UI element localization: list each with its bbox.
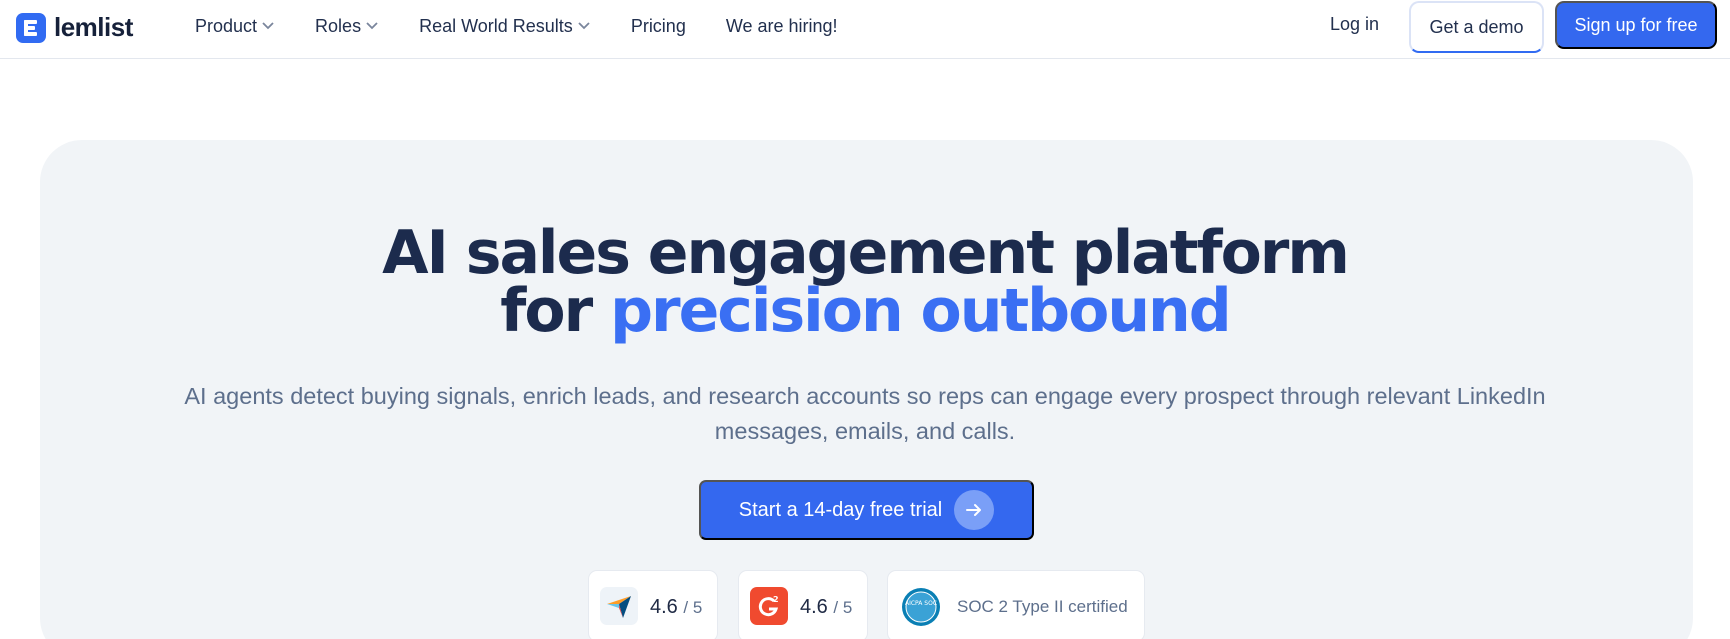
top-navbar: lemlist Product Roles Real World Results…: [0, 0, 1730, 59]
signup-button[interactable]: Sign up for free: [1555, 1, 1717, 49]
get-demo-button[interactable]: Get a demo: [1409, 1, 1544, 53]
capterra-icon: [600, 587, 638, 625]
nav-hiring[interactable]: We are hiring!: [726, 16, 838, 37]
main-menu: Product Roles Real World Results Pricing…: [195, 0, 878, 52]
nav-roles-label: Roles: [315, 15, 362, 36]
nav-pricing[interactable]: Pricing: [631, 16, 686, 37]
capterra-score: 4.6: [650, 596, 678, 618]
login-link[interactable]: Log in: [1330, 14, 1379, 35]
chevron-down-icon: [578, 22, 590, 30]
arrow-right-icon: [954, 490, 995, 530]
svg-text:AICPA SOC: AICPA SOC: [905, 600, 937, 607]
nav-real-world-results[interactable]: Real World Results: [419, 16, 591, 37]
chevron-down-icon: [262, 22, 274, 30]
lemlist-logo-icon: [16, 12, 46, 43]
capterra-rating: 4.6 / 5: [650, 587, 702, 619]
nav-real-world-results-label: Real World Results: [419, 15, 573, 36]
capterra-rating-badge[interactable]: 4.6 / 5: [588, 570, 718, 639]
g2-rating-badge[interactable]: 2 4.6 / 5: [738, 570, 868, 639]
aicpa-soc-icon: AICPA SOC: [901, 587, 941, 627]
soc2-label: SOC 2 Type II certified: [957, 597, 1128, 616]
g2-score: 4.6: [800, 596, 828, 618]
g2-rating: 4.6 / 5: [800, 587, 852, 619]
nav-hiring-label: We are hiring!: [725, 15, 838, 36]
brand-name: lemlist: [54, 12, 133, 42]
hero-headline: AI sales engagement platform for precisi…: [0, 223, 1730, 341]
g2-icon: 2: [750, 587, 788, 625]
capterra-denominator: / 5: [683, 598, 703, 617]
nav-product-label: Product: [195, 15, 258, 36]
chevron-down-icon: [366, 22, 378, 30]
nav-pricing-label: Pricing: [630, 15, 686, 36]
hero-subtitle: AI agents detect buying signals, enrich …: [184, 383, 1546, 444]
start-trial-button[interactable]: Start a 14-day free trial: [699, 480, 1034, 540]
lemlist-logo[interactable]: lemlist: [16, 12, 133, 43]
aicpa-seal-text: AICPA SOC: [905, 600, 937, 607]
nav-roles[interactable]: Roles: [315, 16, 379, 37]
g2-denominator: / 5: [833, 598, 853, 617]
nav-product[interactable]: Product: [195, 16, 275, 37]
start-trial-label: Start a 14-day free trial: [738, 498, 943, 521]
soc2-badge[interactable]: AICPA SOC SOC 2 Type II certified: [887, 570, 1145, 639]
headline-accent: precision outbound: [610, 276, 1232, 346]
svg-text:2: 2: [773, 595, 779, 604]
headline-for: for: [500, 276, 593, 346]
